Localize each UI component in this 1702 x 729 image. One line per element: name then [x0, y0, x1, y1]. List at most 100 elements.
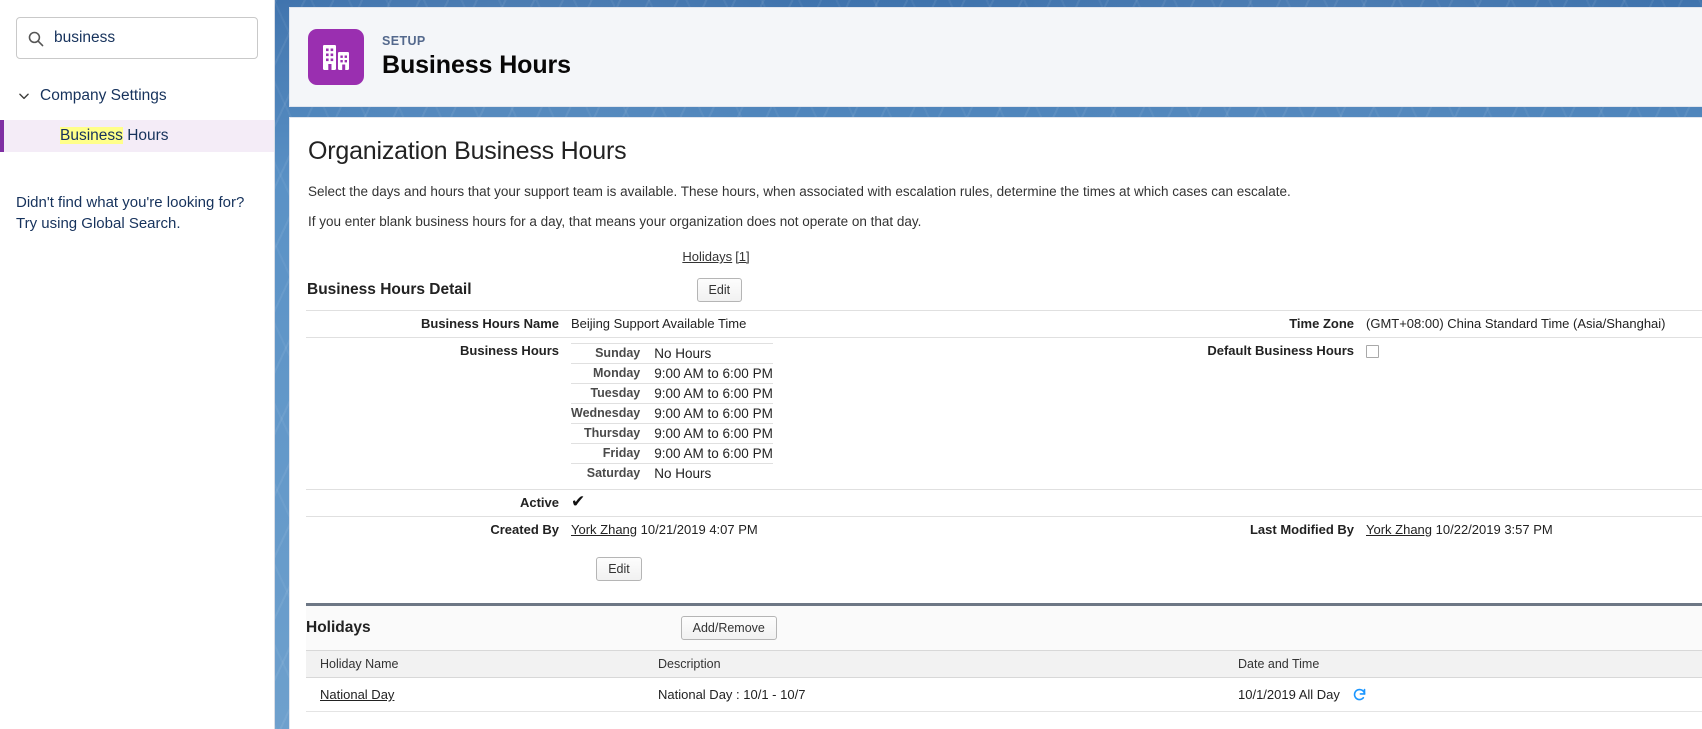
quick-find-search-box[interactable] [16, 17, 258, 59]
holidays-list-header: Holidays Add/Remove [306, 606, 1702, 650]
sidebar-empty-note: Didn't find what you're looking for? Try… [16, 192, 258, 234]
main-region: SETUP Business Hours Organization Busine… [275, 0, 1702, 729]
day-row: Thursday 9:00 AM to 6:00 PM [571, 423, 773, 444]
chevron-down-icon [17, 89, 31, 103]
table-row: Business Hours Name Beijing Support Avai… [306, 310, 1702, 338]
created-by-date: 10/21/2019 4:07 PM [640, 522, 758, 537]
holidays-jump-link[interactable]: Holidays [682, 249, 732, 264]
day-hours: 9:00 AM to 6:00 PM [654, 423, 773, 444]
column-header-description[interactable]: Description [644, 650, 1224, 678]
active-value: ✔ [571, 489, 1126, 517]
holiday-name-cell: National Day [306, 677, 644, 712]
day-row: Wednesday 9:00 AM to 6:00 PM [571, 403, 773, 424]
last-modified-by-date: 10/22/2019 3:57 PM [1435, 522, 1553, 537]
search-match-highlight: Business [60, 127, 123, 144]
sidebar-item-label: Business Hours [60, 127, 169, 144]
holiday-description-cell: National Day : 10/1 - 10/7 [644, 677, 1224, 712]
day-label: Friday [571, 443, 655, 464]
day-label: Sunday [571, 343, 655, 364]
day-label: Tuesday [571, 383, 655, 404]
day-label: Wednesday [571, 403, 655, 424]
last-modified-by-user-link[interactable]: York Zhang [1366, 522, 1432, 537]
created-by-user-link[interactable]: York Zhang [571, 522, 637, 537]
day-row: Friday 9:00 AM to 6:00 PM [571, 443, 773, 464]
created-by-value: York Zhang 10/21/2019 4:07 PM [571, 516, 1126, 543]
day-label: Saturday [571, 463, 655, 483]
last-modified-by-label: Last Modified By [1126, 516, 1366, 543]
day-hours: 9:00 AM to 6:00 PM [654, 443, 773, 464]
day-label: Monday [571, 363, 655, 384]
spacer-value [1366, 489, 1702, 517]
day-hours: 9:00 AM to 6:00 PM [654, 363, 773, 384]
page-title: Business Hours [382, 51, 571, 79]
add-remove-button[interactable]: Add/Remove [680, 616, 777, 640]
edit-button-top[interactable]: Edit [696, 278, 743, 302]
holidays-list-title: Holidays [306, 619, 371, 636]
content-card: Organization Business Hours Select the d… [289, 117, 1702, 729]
business-hours-detail: Business Hours Detail Edit Business Hour… [290, 278, 1702, 585]
day-row: Tuesday 9:00 AM to 6:00 PM [571, 383, 773, 404]
business-hours-label: Business Hours [306, 337, 571, 490]
holidays-related-list: Holidays Add/Remove Holiday Name Descrip… [306, 603, 1702, 712]
day-row: Monday 9:00 AM to 6:00 PM [571, 363, 773, 384]
time-zone-label: Time Zone [1126, 310, 1366, 338]
spacer-label [1126, 489, 1366, 517]
holiday-name-link[interactable]: National Day [320, 687, 394, 702]
created-by-label: Created By [306, 516, 571, 543]
day-hours: 9:00 AM to 6:00 PM [654, 403, 773, 424]
edit-button-bottom[interactable]: Edit [596, 557, 642, 581]
detail-field-table: Business Hours Name Beijing Support Avai… [306, 310, 1702, 543]
business-hours-days-cell: Sunday No Hours Monday 9:00 AM to 6:00 P… [571, 337, 1126, 490]
setup-header: SETUP Business Hours [289, 7, 1702, 107]
day-hours: 9:00 AM to 6:00 PM [654, 383, 773, 404]
check-icon: ✔ [571, 492, 586, 511]
sidebar-note-line1: Didn't find what you're looking for? [16, 194, 245, 211]
table-row: Active ✔ [306, 489, 1702, 517]
intro-paragraph-2: If you enter blank business hours for a … [308, 214, 922, 229]
sidebar-note-line2: Try using Global Search. [16, 215, 181, 232]
setup-page: Company Settings Business Hours Didn't f… [0, 0, 1702, 729]
table-row: Created By York Zhang 10/21/2019 4:07 PM… [306, 516, 1702, 543]
holiday-date-time-text: 10/1/2019 All Day [1238, 687, 1340, 702]
default-business-hours-checkbox [1366, 345, 1379, 358]
search-input[interactable] [54, 29, 247, 47]
day-label: Thursday [571, 423, 655, 444]
day-hours: No Hours [654, 343, 773, 364]
business-hours-name-value: Beijing Support Available Time [571, 310, 1126, 338]
day-hours: No Hours [654, 463, 773, 483]
table-row: National Day National Day : 10/1 - 10/7 … [306, 677, 1702, 712]
sidebar-item-label-rest: Hours [122, 127, 169, 144]
table-row: Business Hours Sunday No Hours Monday 9:… [306, 337, 1702, 490]
sidebar-group-label: Company Settings [40, 87, 167, 104]
default-business-hours-value [1366, 337, 1702, 490]
building-icon [308, 29, 364, 85]
search-icon [27, 30, 44, 47]
holidays-table: Holiday Name Description Date and Time N… [306, 650, 1702, 712]
intro-paragraph-1: Select the days and hours that your supp… [308, 184, 1291, 199]
day-row: Sunday No Hours [571, 343, 773, 364]
sidebar-group-company-settings[interactable]: Company Settings [16, 83, 258, 109]
last-modified-by-value: York Zhang 10/22/2019 3:57 PM [1366, 516, 1702, 543]
detail-header: Business Hours Detail Edit [306, 278, 1702, 310]
sidebar-item-business-hours[interactable]: Business Hours [0, 120, 274, 152]
setup-eyebrow: SETUP [382, 34, 426, 48]
refresh-icon[interactable] [1352, 687, 1367, 702]
section-title: Organization Business Hours [308, 137, 627, 165]
default-business-hours-label: Default Business Hours [1126, 337, 1366, 490]
jump-links: Holidays [1] [290, 231, 1702, 264]
holidays-jump-count[interactable]: [1] [735, 249, 749, 264]
table-header-row: Holiday Name Description Date and Time [306, 650, 1702, 678]
setup-tree: Company Settings Business Hours [0, 83, 274, 152]
days-hours-table: Sunday No Hours Monday 9:00 AM to 6:00 P… [571, 343, 773, 483]
detail-section-title: Business Hours Detail [307, 281, 472, 298]
time-zone-value: (GMT+08:00) China Standard Time (Asia/Sh… [1366, 310, 1702, 338]
holiday-date-time-cell: 10/1/2019 All Day [1224, 677, 1702, 712]
active-label: Active [306, 489, 571, 517]
column-header-date-and-time[interactable]: Date and Time [1224, 650, 1702, 678]
header-text: SETUP Business Hours [382, 34, 571, 80]
setup-sidebar: Company Settings Business Hours Didn't f… [0, 0, 275, 729]
business-hours-name-label: Business Hours Name [306, 310, 571, 338]
column-header-holiday-name[interactable]: Holiday Name [306, 650, 644, 678]
detail-footer: Edit [306, 543, 1702, 585]
day-row: Saturday No Hours [571, 463, 773, 483]
